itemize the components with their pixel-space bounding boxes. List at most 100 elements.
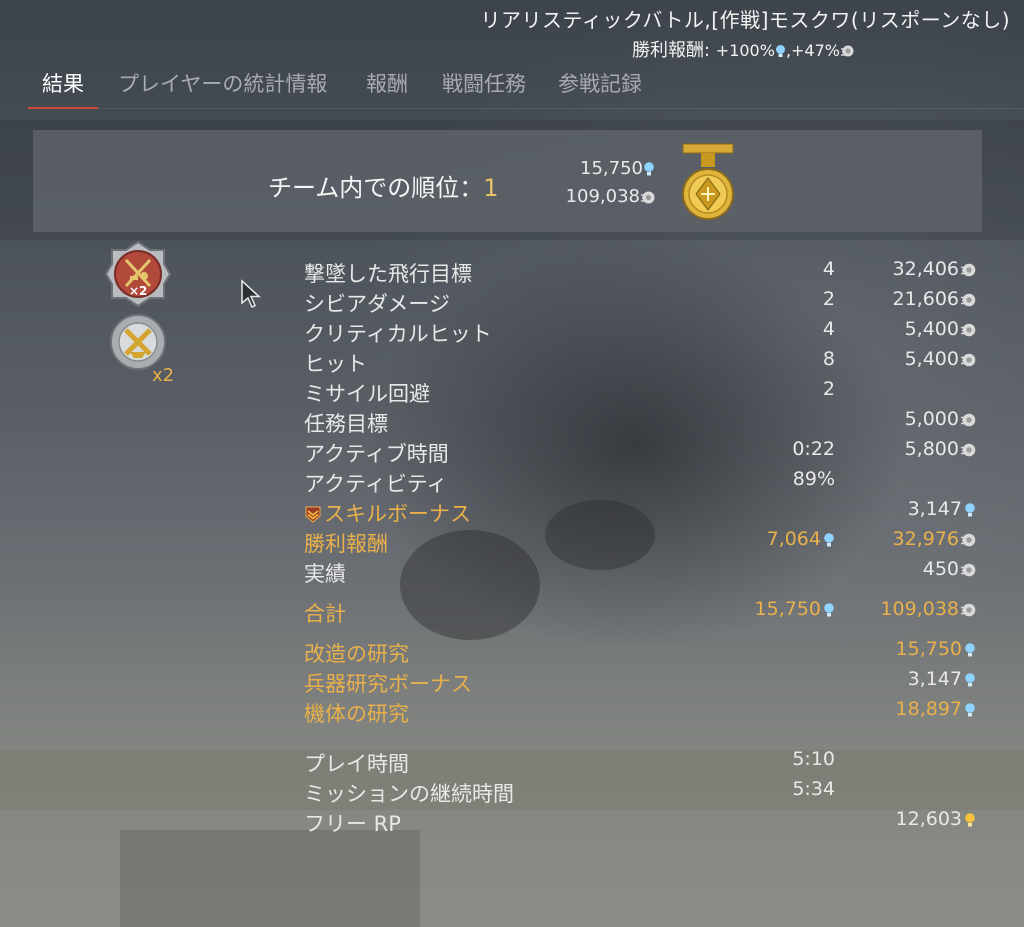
victory-reward-rp: +100% bbox=[715, 41, 775, 60]
silver-lions-icon bbox=[961, 443, 976, 456]
assist-award-icon[interactable] bbox=[108, 312, 168, 372]
silver-lions-icon bbox=[961, 413, 976, 426]
multi-kill-award-multiplier: ×2 bbox=[129, 284, 148, 298]
rank-sl-total: 109,038 bbox=[566, 186, 655, 207]
result-row-label-text: 実績 bbox=[304, 562, 346, 586]
rp-bulb-icon bbox=[775, 44, 785, 57]
result-row-count: 2 bbox=[823, 378, 835, 400]
result-row-label: 合計 bbox=[304, 598, 346, 628]
result-row-label: スキルボーナス bbox=[304, 498, 471, 528]
result-row-value-text: 450 bbox=[922, 558, 959, 580]
result-row: ミッションの継続時間 5:34 bbox=[304, 778, 984, 806]
result-row-value-text: 18,897 bbox=[895, 698, 962, 720]
silver-lions-icon bbox=[961, 323, 976, 336]
result-row-count: 7,064 bbox=[767, 528, 835, 550]
victory-reward-sl: ,+47% bbox=[785, 41, 840, 60]
result-row-value-text: 5,000 bbox=[904, 408, 959, 430]
result-row-value: 12,603 bbox=[896, 808, 976, 830]
result-row-label-text: シビアダメージ bbox=[304, 292, 450, 316]
result-row: 勝利報酬 7,064 32,976 bbox=[304, 528, 984, 556]
result-row-count-text: 8 bbox=[822, 348, 835, 370]
result-row-value: 5,000 bbox=[905, 408, 976, 430]
result-row-value: 450 bbox=[923, 558, 976, 580]
silver-lions-icon bbox=[961, 603, 976, 616]
result-row-label-text: クリティカルヒット bbox=[304, 322, 492, 346]
result-row-label: アクティブ時間 bbox=[304, 438, 449, 468]
rp-bulb-icon bbox=[824, 532, 834, 546]
result-row-count: 8 bbox=[823, 348, 835, 370]
result-row-label-text: 勝利報酬 bbox=[304, 532, 388, 556]
result-row-label: アクティビティ bbox=[304, 468, 447, 498]
result-row: 撃墜した飛行目標 4 32,406 bbox=[304, 258, 984, 286]
result-row-count-text: 5:10 bbox=[792, 748, 835, 770]
silver-lions-icon bbox=[961, 353, 976, 366]
result-row-label: 任務目標 bbox=[304, 408, 388, 438]
result-row-count: 89% bbox=[793, 468, 835, 490]
silver-lions-icon bbox=[961, 263, 976, 276]
result-row-value: 32,976 bbox=[893, 528, 976, 550]
result-row-value-text: 21,606 bbox=[892, 288, 959, 310]
result-row-label-text: 改造の研究 bbox=[304, 642, 409, 666]
result-row-value: 21,606 bbox=[893, 288, 976, 310]
rank-rp-value: 15,750 bbox=[580, 158, 643, 179]
victory-reward-line: 勝利報酬: +100% ,+47% bbox=[632, 36, 854, 62]
result-row: 改造の研究 15,750 bbox=[304, 638, 984, 666]
result-row-label-text: ミッションの継続時間 bbox=[304, 782, 514, 806]
result-row: フリー RP 12,603 bbox=[304, 808, 984, 836]
result-row-label: フリー RP bbox=[304, 808, 401, 838]
result-row-label: 撃墜した飛行目標 bbox=[304, 258, 472, 288]
silver-lions-icon bbox=[961, 293, 976, 306]
rp-bulb-icon bbox=[965, 672, 975, 686]
result-row-count: 15,750 bbox=[755, 598, 835, 620]
tab-battle-log[interactable]: 参戦記録 bbox=[558, 68, 642, 108]
result-row-label-text: 兵器研究ボーナス bbox=[304, 672, 472, 696]
result-row-label: プレイ時間 bbox=[304, 748, 409, 778]
result-row-label-text: フリー RP bbox=[304, 812, 401, 836]
skill-chevron-icon bbox=[305, 506, 321, 523]
result-row-label: ミッションの継続時間 bbox=[304, 778, 514, 808]
result-row-count: 5:10 bbox=[792, 748, 835, 770]
result-row-value-text: 32,976 bbox=[892, 528, 959, 550]
silver-lions-icon bbox=[841, 45, 854, 57]
result-row-count-text: 89% bbox=[792, 468, 835, 490]
result-row-value-text: 5,400 bbox=[904, 318, 959, 340]
result-row-count-text: 2 bbox=[822, 378, 835, 400]
result-row-value-text: 5,400 bbox=[904, 348, 959, 370]
result-row: 合計 15,750 109,038 bbox=[304, 598, 984, 626]
rp-bulb-icon bbox=[824, 602, 834, 616]
result-row-label: 機体の研究 bbox=[304, 698, 409, 728]
result-row-value-text: 3,147 bbox=[907, 498, 962, 520]
result-row-value: 3,147 bbox=[908, 498, 976, 520]
result-row-count: 2 bbox=[823, 288, 835, 310]
result-row-label: 実績 bbox=[304, 558, 346, 588]
result-row-count-text: 5:34 bbox=[792, 778, 835, 800]
mouse-cursor-icon bbox=[241, 279, 261, 309]
result-row-label: 兵器研究ボーナス bbox=[304, 668, 472, 698]
mission-title: リアリスティックバトル,[作戦]モスクワ(リスポーンなし) bbox=[480, 8, 1010, 32]
result-row-value: 18,897 bbox=[896, 698, 976, 720]
result-row-value-text: 3,147 bbox=[907, 668, 962, 690]
result-row-label-text: ミサイル回避 bbox=[304, 382, 430, 406]
team-rank-number: 1 bbox=[483, 174, 499, 202]
tab-battle-tasks[interactable]: 戦闘任務 bbox=[442, 68, 526, 108]
result-row-label: ミサイル回避 bbox=[304, 378, 430, 408]
result-row-value-text: 109,038 bbox=[880, 598, 959, 620]
tab-results[interactable]: 結果 bbox=[28, 68, 98, 109]
rp-bulb-icon bbox=[644, 162, 654, 176]
result-row-label-text: アクティビティ bbox=[304, 472, 448, 496]
result-row-count-text: 7,064 bbox=[766, 528, 821, 550]
result-row-label-text: 合計 bbox=[304, 602, 346, 626]
result-row-label-text: アクティブ時間 bbox=[304, 442, 449, 466]
result-row-count-text: 4 bbox=[822, 318, 835, 340]
result-row-label-text: プレイ時間 bbox=[304, 752, 409, 776]
result-row-label: シビアダメージ bbox=[304, 288, 450, 318]
result-row-value-text: 15,750 bbox=[895, 638, 962, 660]
result-row: 兵器研究ボーナス 3,147 bbox=[304, 668, 984, 696]
tab-player-stats[interactable]: プレイヤーの統計情報 bbox=[118, 68, 327, 108]
result-row-value: 5,400 bbox=[905, 348, 976, 370]
tab-rewards[interactable]: 報酬 bbox=[366, 68, 408, 108]
result-row-value: 5,800 bbox=[905, 438, 976, 460]
assist-award-multiplier: x2 bbox=[152, 365, 175, 386]
result-row-label-text: スキルボーナス bbox=[324, 502, 471, 526]
result-row: アクティブ時間 0:22 5,800 bbox=[304, 438, 984, 466]
